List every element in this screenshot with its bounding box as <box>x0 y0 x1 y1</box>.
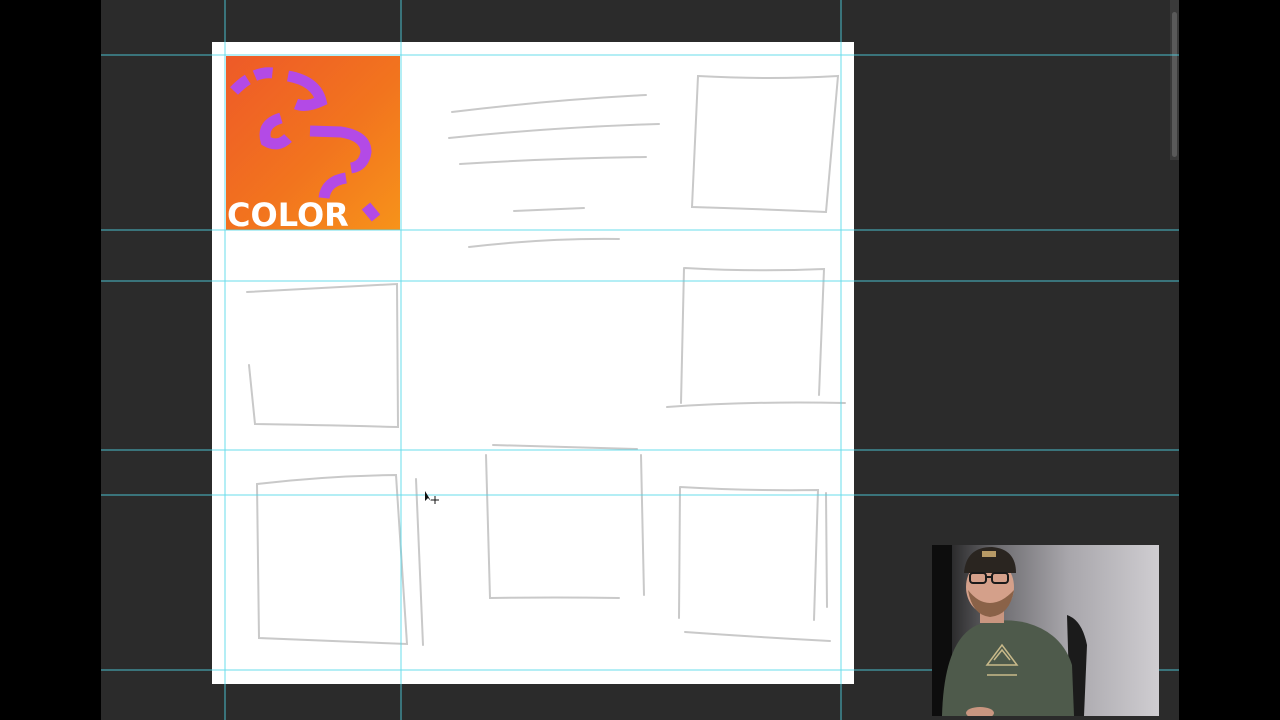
letterbox-left <box>0 0 101 720</box>
color-thumbnail[interactable]: COLOR <box>226 56 400 230</box>
vertical-scrollbar[interactable] <box>1170 0 1179 160</box>
move-cursor-icon <box>425 491 439 504</box>
thumbnail-word: COLOR <box>227 196 349 230</box>
presenter-webcam <box>932 545 1159 716</box>
presenter-figure <box>932 545 1087 716</box>
letterbox-right <box>1179 0 1280 720</box>
scrollbar-thumb[interactable] <box>1172 12 1177 157</box>
